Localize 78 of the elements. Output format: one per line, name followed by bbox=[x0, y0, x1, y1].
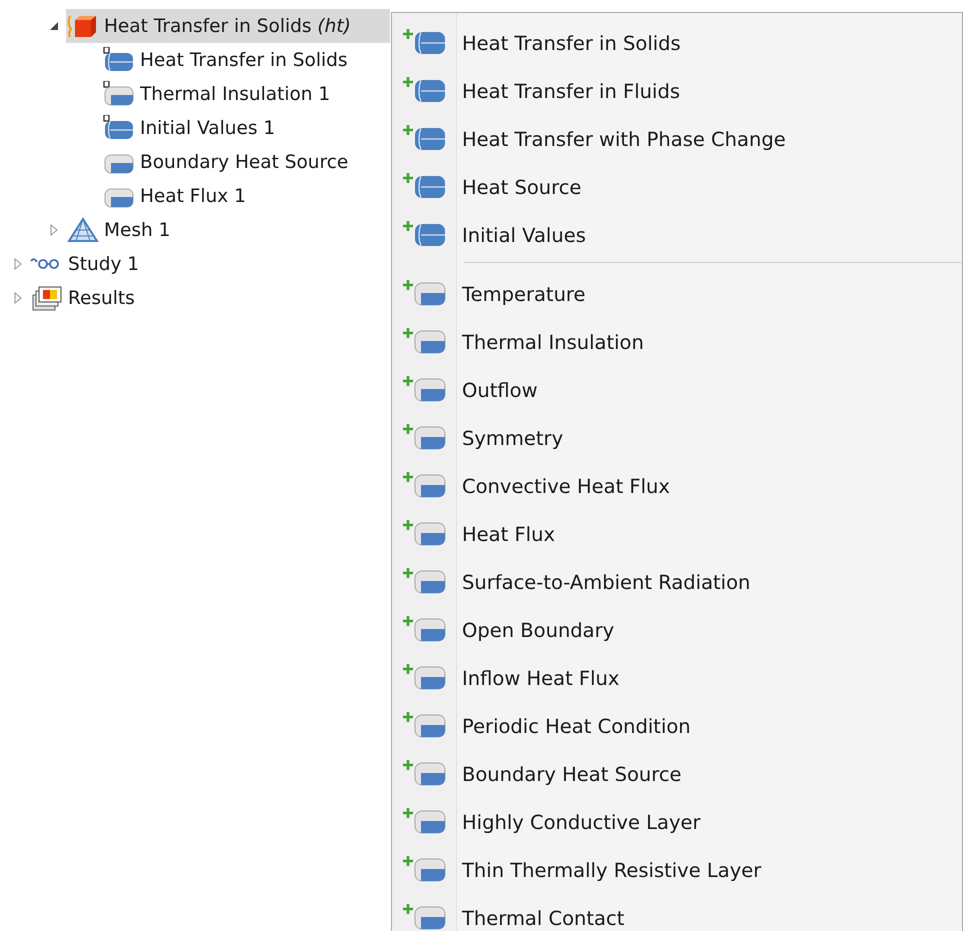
menu-item[interactable]: Highly Conductive Layer bbox=[392, 798, 962, 846]
expand-icon[interactable] bbox=[48, 224, 60, 236]
plus-icon bbox=[402, 567, 414, 579]
tree-item[interactable]: Initial Values 1 bbox=[0, 111, 390, 145]
tree-item[interactable]: Results bbox=[0, 281, 390, 315]
menu-item[interactable]: Thermal Contact bbox=[392, 894, 962, 931]
tree-label: Results bbox=[68, 288, 136, 308]
menu-item[interactable]: Heat Transfer with Phase Change bbox=[392, 115, 962, 163]
boundary-icon bbox=[414, 618, 446, 642]
plus-icon bbox=[402, 172, 414, 184]
tree-label: Heat Transfer in Solids bbox=[140, 50, 349, 70]
boundary-icon bbox=[414, 570, 446, 594]
tree-label: Initial Values 1 bbox=[140, 118, 276, 138]
plus-icon bbox=[402, 76, 414, 88]
tree-label: Heat Flux 1 bbox=[140, 186, 247, 206]
plus-icon bbox=[402, 124, 414, 136]
plus-icon bbox=[402, 903, 414, 915]
menu-item[interactable]: Heat Source bbox=[392, 163, 962, 211]
boundary-icon bbox=[414, 330, 446, 354]
tree-label: Mesh 1 bbox=[104, 220, 172, 240]
menu-item[interactable]: Symmetry bbox=[392, 414, 962, 462]
boundary-icon bbox=[414, 282, 446, 306]
boundary-icon bbox=[414, 810, 446, 834]
plus-icon bbox=[402, 519, 414, 531]
menu-item[interactable]: Initial Values bbox=[392, 211, 962, 259]
domain-icon bbox=[414, 31, 446, 55]
menu-item[interactable]: Inflow Heat Flux bbox=[392, 654, 962, 702]
boundary-icon bbox=[414, 474, 446, 498]
menu-item[interactable]: Thin Thermally Resistive Layer bbox=[392, 846, 962, 894]
boundary-icon bbox=[414, 714, 446, 738]
tree-label: Boundary Heat Source bbox=[140, 152, 350, 172]
plus-icon bbox=[402, 279, 414, 291]
menu-item[interactable]: Thermal Insulation bbox=[392, 318, 962, 366]
collapse-icon[interactable] bbox=[48, 20, 60, 32]
menu-item[interactable]: Convective Heat Flux bbox=[392, 462, 962, 510]
boundary-icon bbox=[414, 858, 446, 882]
plus-icon bbox=[402, 28, 414, 40]
plus-icon bbox=[402, 855, 414, 867]
boundary-icon bbox=[414, 762, 446, 786]
menu-item[interactable]: Surface-to-Ambient Radiation bbox=[392, 558, 962, 606]
plus-icon bbox=[402, 375, 414, 387]
expand-icon[interactable] bbox=[12, 258, 24, 270]
plus-icon bbox=[402, 807, 414, 819]
tree-label: Thermal Insulation 1 bbox=[140, 84, 332, 104]
domain-icon bbox=[414, 79, 446, 103]
menu-item[interactable]: Open Boundary bbox=[392, 606, 962, 654]
plus-icon bbox=[402, 471, 414, 483]
plus-icon bbox=[402, 711, 414, 723]
plus-icon bbox=[402, 423, 414, 435]
results-icon bbox=[30, 285, 64, 311]
menu-item[interactable]: Periodic Heat Condition bbox=[392, 702, 962, 750]
plus-icon bbox=[402, 759, 414, 771]
domain-icon bbox=[414, 175, 446, 199]
boundary-icon bbox=[414, 666, 446, 690]
menu-item[interactable]: Heat Transfer in Solids bbox=[392, 19, 962, 67]
boundary-icon bbox=[414, 522, 446, 546]
domain-icon bbox=[414, 223, 446, 247]
tree-item[interactable]: Thermal Insulation 1 bbox=[0, 77, 390, 111]
menu-item[interactable]: Temperature bbox=[392, 270, 962, 318]
menu-item[interactable]: Heat Flux bbox=[392, 510, 962, 558]
boundary-icon bbox=[414, 426, 446, 450]
menu-item[interactable]: Boundary Heat Source bbox=[392, 750, 962, 798]
expand-icon[interactable] bbox=[12, 292, 24, 304]
tree-label: Study 1 bbox=[68, 254, 140, 274]
plus-icon bbox=[402, 663, 414, 675]
menu-item[interactable]: Heat Transfer in Fluids bbox=[392, 67, 962, 115]
mesh-icon bbox=[66, 217, 100, 243]
tree-item[interactable]: Study 1 bbox=[0, 247, 390, 281]
domain-icon bbox=[414, 127, 446, 151]
plus-icon bbox=[402, 220, 414, 232]
plus-icon bbox=[402, 327, 414, 339]
tree-item[interactable]: Heat Transfer in Solids bbox=[0, 43, 390, 77]
tree-item[interactable]: Heat Flux 1 bbox=[0, 179, 390, 213]
boundary-icon bbox=[414, 378, 446, 402]
menu-item[interactable]: Outflow bbox=[392, 366, 962, 414]
tree-item[interactable]: Boundary Heat Source bbox=[0, 145, 390, 179]
tree-item[interactable]: Mesh 1 bbox=[0, 213, 390, 247]
plus-icon bbox=[402, 615, 414, 627]
